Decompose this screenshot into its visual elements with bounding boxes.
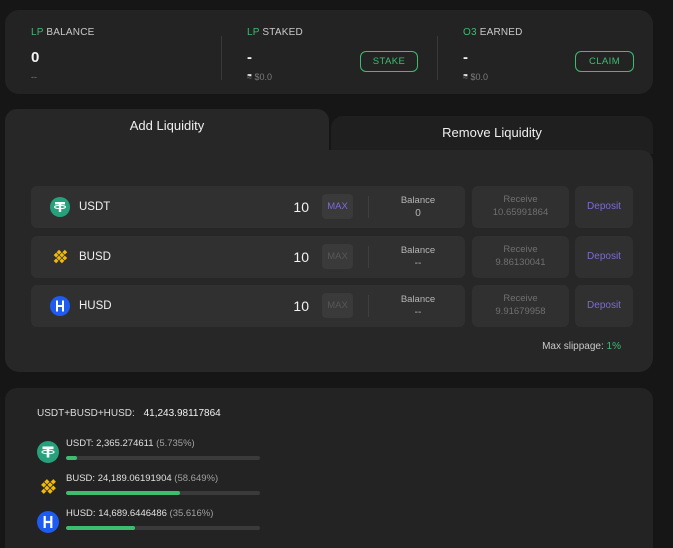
balance-value: 0: [415, 208, 421, 219]
balance-label: Balance: [400, 195, 436, 206]
pool-item-amount: 24,189.06191904: [97, 473, 172, 484]
pool-share-bar: [66, 456, 260, 460]
lp-balance-label: LP BALANCE: [31, 27, 95, 38]
usdt-icon: [37, 441, 59, 463]
pool-item-text: HUSD: 14,689.6446486 (35.616%): [66, 508, 213, 520]
lp-balance-label-rest: BALANCE: [43, 27, 95, 38]
stat-divider: [221, 36, 222, 80]
pool-item-percent: (58.649%): [174, 473, 219, 484]
balance-label: Balance: [400, 294, 436, 305]
balance-display: Balance --: [371, 294, 465, 320]
tab-add-liquidity[interactable]: Add Liquidity: [5, 109, 329, 153]
balance-value: --: [414, 307, 422, 318]
amount-input-row: USDT 10 MAX Balance 0: [31, 186, 465, 228]
coin-name: USDT: [79, 201, 111, 213]
pool-share-bar: [66, 491, 260, 495]
pool-item-name: USDT:: [66, 438, 94, 449]
coin-name: HUSD: [79, 300, 112, 312]
lp-balance-label-accent: LP: [31, 27, 44, 38]
pool-item-usdt: USDT: 2,365.274611 (5.735%): [37, 438, 277, 466]
lp-balance-value: 0: [31, 49, 40, 66]
balance-display: Balance 0: [371, 195, 465, 221]
amount-input[interactable]: 10: [293, 285, 309, 327]
busd-icon: [41, 479, 56, 494]
balance-label: Balance: [400, 245, 436, 256]
stat-divider: [437, 36, 438, 80]
usdt-icon: [50, 197, 70, 217]
receive-display: Receive 9.86130041: [472, 236, 569, 278]
balance-value: --: [414, 258, 422, 269]
o3-earned-label-rest: EARNED: [476, 27, 523, 38]
pool-item-name: BUSD:: [66, 473, 96, 484]
busd-icon: [53, 249, 68, 264]
amount-input[interactable]: 10: [293, 186, 309, 228]
lp-balance-sub: --: [31, 72, 37, 82]
pool-total-value: 41,243.98117864: [143, 408, 221, 419]
pool-item-name: HUSD:: [66, 508, 96, 519]
amount-input[interactable]: 10: [293, 236, 309, 278]
receive-value: 10.65991864: [492, 207, 549, 218]
max-slippage[interactable]: Max slippage: 1%: [542, 341, 621, 352]
pool-item-amount: 2,365.274611: [96, 438, 154, 449]
max-button[interactable]: MAX: [322, 244, 353, 269]
receive-display: Receive 10.65991864: [472, 186, 569, 228]
stake-button[interactable]: STAKE: [360, 51, 418, 72]
o3-earned-label: O3 EARNED: [463, 27, 523, 38]
receive-value: 9.86130041: [495, 257, 546, 268]
o3-earned-label-accent: O3: [463, 27, 477, 38]
o3-earned-sub: ≈ $0.0: [463, 72, 488, 82]
receive-label: Receive: [503, 244, 538, 255]
stats-panel: LP BALANCE 0 -- LP STAKED -- ≈ $0.0 STAK…: [5, 10, 653, 94]
receive-label: Receive: [503, 293, 538, 304]
deposit-button[interactable]: Deposit: [575, 186, 633, 228]
amount-input-row: HUSD 10 MAX Balance --: [31, 285, 465, 327]
pool-item-amount: 14,689.6446486: [98, 508, 167, 519]
husd-icon: [37, 511, 59, 533]
pool-item-text: USDT: 2,365.274611 (5.735%): [66, 438, 195, 450]
slippage-value: 1%: [606, 341, 621, 352]
deposit-button[interactable]: Deposit: [575, 236, 633, 278]
max-button[interactable]: MAX: [322, 194, 353, 219]
husd-icon: [50, 296, 70, 316]
add-liquidity-panel: USDT 10 MAX Balance 0 Receive 10.6599186…: [5, 150, 653, 372]
pool-share-fill: [66, 491, 180, 495]
pool-share-fill: [66, 526, 136, 530]
lp-staked-label-accent: LP: [247, 27, 260, 38]
pool-total: USDT+BUSD+HUSD: 41,243.98117864: [37, 408, 221, 419]
pool-item-busd: BUSD: 24,189.06191904 (58.649%): [37, 473, 277, 501]
balance-display: Balance --: [371, 245, 465, 271]
lp-staked-label: LP STAKED: [247, 27, 303, 38]
receive-value: 9.91679958: [495, 306, 546, 317]
coin-name: BUSD: [79, 251, 111, 263]
pool-item-percent: (5.735%): [156, 438, 195, 449]
row-divider: [368, 295, 369, 317]
amount-input-row: BUSD 10 MAX Balance --: [31, 236, 465, 278]
pool-item-percent: (35.616%): [169, 508, 214, 519]
row-divider: [368, 246, 369, 268]
pool-item-text: BUSD: 24,189.06191904 (58.649%): [66, 473, 218, 485]
deposit-button[interactable]: Deposit: [575, 285, 633, 327]
receive-display: Receive 9.91679958: [472, 285, 569, 327]
pool-item-husd: HUSD: 14,689.6446486 (35.616%): [37, 508, 277, 536]
receive-label: Receive: [503, 194, 538, 205]
lp-staked-sub: ≈ $0.0: [247, 72, 272, 82]
lp-staked-label-rest: STAKED: [259, 27, 303, 38]
tab-remove-liquidity[interactable]: Remove Liquidity: [331, 116, 653, 154]
pool-composition-panel: USDT+BUSD+HUSD: 41,243.98117864 USDT: 2,…: [5, 388, 653, 548]
max-button[interactable]: MAX: [322, 293, 353, 318]
pool-share-bar: [66, 526, 260, 530]
row-divider: [368, 196, 369, 218]
pool-share-fill: [66, 456, 78, 460]
claim-button[interactable]: CLAIM: [575, 51, 634, 72]
pool-total-label: USDT+BUSD+HUSD:: [37, 408, 135, 419]
slippage-label: Max slippage:: [542, 341, 604, 352]
